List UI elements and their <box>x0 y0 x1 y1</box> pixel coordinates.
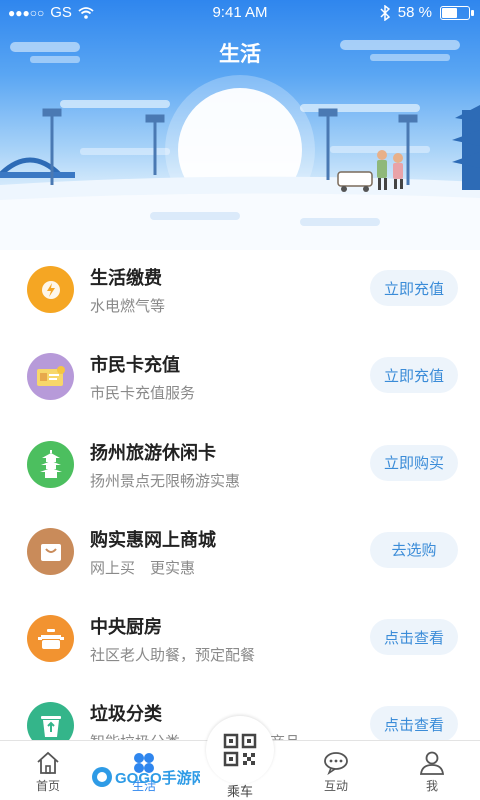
chat-bubble-icon <box>324 752 348 775</box>
tab-home-label: 首页 <box>35 779 60 793</box>
service-item[interactable]: 生活缴费水电燃气等 立即充值 <box>0 244 480 331</box>
service-item[interactable]: 市民卡充值市民卡充值服务 立即充值 <box>0 331 480 418</box>
tab-home[interactable]: 首页 <box>0 741 96 800</box>
qr-code-icon <box>223 733 257 767</box>
tab-me[interactable]: 我 <box>384 741 480 800</box>
service-title: 生活缴费 <box>90 268 162 288</box>
card-icon <box>27 353 74 401</box>
service-subtitle: 水电燃气等 <box>90 298 166 315</box>
lightning-icon-glyph <box>41 280 60 299</box>
card-icon-glyph <box>36 365 65 386</box>
pagoda-icon-glyph <box>39 450 62 479</box>
battery-level <box>442 7 457 18</box>
page-title: 生活 <box>219 43 261 66</box>
user-icon <box>419 751 445 775</box>
service-subtitle: 扬州景点无限畅游实惠 <box>90 472 241 490</box>
service-item[interactable]: 中央厨房社区老人助餐，预定配餐 点击查看 <box>0 593 480 680</box>
service-subtitle: 市民卡充值服务 <box>90 385 196 403</box>
tab-ride-qr-button[interactable] <box>206 716 274 784</box>
tab-interact[interactable]: 互动 <box>288 741 384 800</box>
service-action-button[interactable]: 点击查看 <box>370 619 458 656</box>
gogo-watermark-logo: GOGO手游网 <box>92 767 200 787</box>
service-title: 购实惠网上商城 <box>90 529 216 550</box>
bluetooth-icon <box>380 4 390 21</box>
status-bar: ●●●○○ GS 9:41 AM 58 % <box>0 0 480 26</box>
service-subtitle: 社区老人助餐，预定配餐 <box>90 647 256 665</box>
battery-icon <box>440 5 474 20</box>
service-action-button[interactable]: 去选购 <box>370 531 458 568</box>
pagoda-icon <box>27 440 74 488</box>
recycle-bin-icon-glyph <box>40 715 61 737</box>
service-action-button[interactable]: 立即购买 <box>370 444 458 481</box>
service-action-button[interactable]: 立即充值 <box>370 357 458 394</box>
battery-percent: 58 % <box>397 4 432 21</box>
service-item[interactable]: 购实惠网上商城 网上买 更实惠 去选购 <box>0 506 480 593</box>
service-list: 生活缴费 水电燃气等 立即充值 市民卡充值 市民卡充值服务 立即充值 扬州旅游休闲卡 扬州景点… <box>0 244 480 768</box>
service-title: 中央厨房 <box>90 617 162 638</box>
service-title: 扬州旅游休闲卡 <box>90 442 216 463</box>
cooking-pot-icon <box>27 615 74 663</box>
service-title: 市民卡充值 <box>90 355 180 376</box>
tab-me-label: 我 <box>425 779 438 793</box>
service-title: 垃圾分类 <box>90 704 162 725</box>
header-banner: ●●●○○ GS 9:41 AM 58 % 生活 <box>0 0 480 250</box>
service-item[interactable]: 扬州旅游休闲卡扬州景点无限畅游实惠 立即购买 <box>0 419 480 506</box>
home-icon <box>37 751 59 774</box>
shopping-bag-icon <box>27 527 74 575</box>
tab-ride-label: 乘车 <box>226 784 253 799</box>
lightning-icon <box>27 266 74 313</box>
service-action-button[interactable]: 点击查看 <box>370 706 458 743</box>
service-action-button[interactable]: 立即充值 <box>370 270 458 306</box>
cooking-pot-icon-glyph <box>37 628 64 649</box>
watermark-text: GOGO手游网 <box>115 769 200 787</box>
service-subtitle: 网上买 更实惠 <box>90 559 196 577</box>
shopping-bag-icon-glyph <box>40 544 61 562</box>
status-right: 58 % <box>380 4 474 21</box>
tab-interact-label: 互动 <box>323 779 348 793</box>
screen: ●●●○○ GS 9:41 AM 58 % 生活 生活缴费 水电燃气等 立即充值… <box>0 0 480 800</box>
